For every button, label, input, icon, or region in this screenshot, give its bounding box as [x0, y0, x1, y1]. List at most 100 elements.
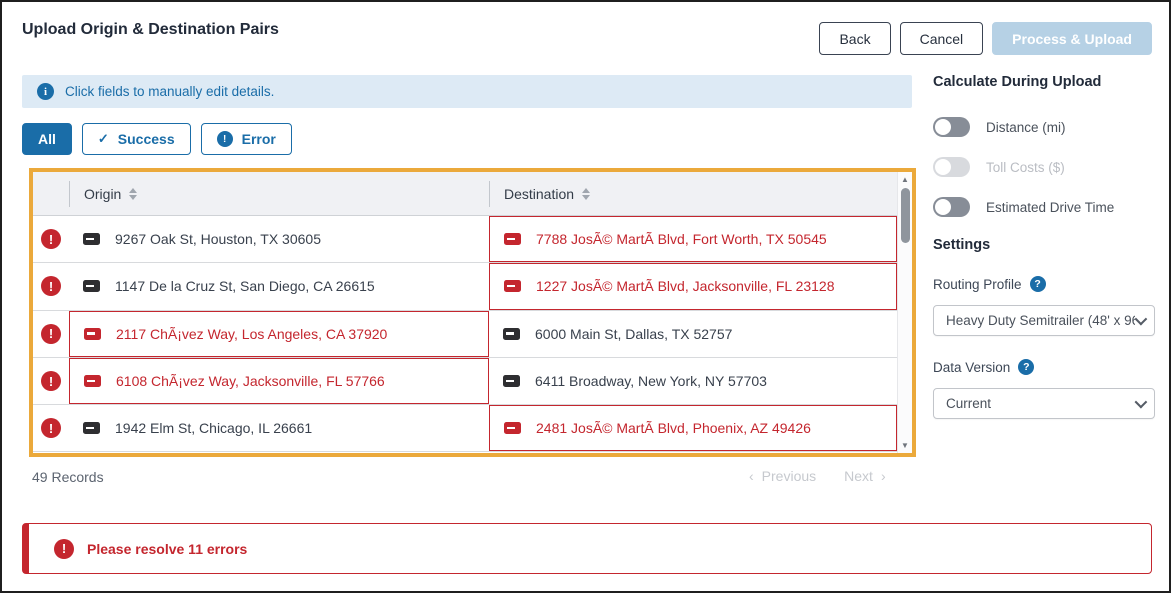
row-flag-cell: !	[33, 216, 69, 262]
help-icon[interactable]: ?	[1030, 276, 1046, 292]
destination-column-header[interactable]: Destination	[489, 181, 897, 207]
error-icon: !	[54, 539, 74, 559]
row-flag-cell: !	[33, 263, 69, 309]
address-text: 6000 Main St, Dallas, TX 52757	[535, 326, 732, 342]
edit-field-icon	[83, 280, 100, 292]
error-banner: ! Please resolve 11 errors	[22, 523, 1152, 574]
origin-header-label: Origin	[84, 186, 121, 202]
toggle-switch-icon[interactable]	[933, 157, 970, 177]
error-icon: !	[41, 371, 61, 391]
scroll-up-icon[interactable]: ▲	[898, 175, 912, 184]
address-text: 6108 ChÃ¡vez Way, Jacksonville, FL 57766	[116, 373, 385, 389]
filter-tabs: All ✓ Success ! Error	[22, 123, 292, 155]
page-title: Upload Origin & Destination Pairs	[22, 21, 279, 39]
filter-success[interactable]: ✓ Success	[82, 123, 191, 155]
back-button[interactable]: Back	[819, 22, 890, 55]
origin-cell[interactable]: 2117 ChÃ¡vez Way, Los Angeles, CA 37920	[69, 311, 489, 357]
table-row: ! 1147 De la Cruz St, San Diego, CA 26615…	[33, 263, 912, 310]
address-text: 2117 ChÃ¡vez Way, Los Angeles, CA 37920	[116, 326, 387, 342]
scroll-down-icon[interactable]: ▼	[898, 441, 912, 450]
destination-header-label: Destination	[504, 186, 574, 202]
drive-time-toggle[interactable]: Estimated Drive Time	[933, 197, 1162, 217]
scrollbar-thumb[interactable]	[901, 188, 910, 243]
info-icon: i	[37, 83, 54, 100]
address-text: 7788 JosÃ© MartÃ Blvd, Fort Worth, TX 50…	[536, 231, 827, 247]
filter-error-label: Error	[242, 131, 276, 147]
info-banner: i Click fields to manually edit details.	[22, 75, 912, 108]
toggle-switch-icon[interactable]	[933, 197, 970, 217]
toggle-list: Distance (mi) Toll Costs ($) Estimated D…	[933, 117, 1162, 217]
destination-cell[interactable]: 2481 JosÃ© MartÃ Blvd, Phoenix, AZ 49426	[489, 405, 897, 451]
distance-toggle[interactable]: Distance (mi)	[933, 117, 1162, 137]
filter-success-label: Success	[118, 131, 175, 147]
calculate-section-title: Calculate During Upload	[933, 74, 1162, 90]
destination-cell[interactable]: 1227 JosÃ© MartÃ Blvd, Jacksonville, FL …	[489, 263, 897, 309]
destination-cell[interactable]: 6411 Broadway, New York, NY 57703	[489, 358, 897, 404]
upload-pairs-dialog: Upload Origin & Destination Pairs Back C…	[0, 0, 1171, 593]
edit-field-icon	[84, 375, 101, 387]
next-page-link[interactable]: Next ›	[844, 468, 885, 484]
chevron-left-icon: ‹	[749, 468, 754, 484]
edit-field-icon	[504, 233, 521, 245]
data-version-label-row: Data Version ?	[933, 359, 1162, 375]
table-header: Origin Destination	[33, 172, 912, 216]
error-icon: !	[41, 324, 61, 344]
table-body: ! 9267 Oak St, Houston, TX 30605 7788 JosÃ…	[33, 216, 912, 452]
row-flag-cell: !	[33, 311, 69, 357]
header-actions: Back Cancel Process & Upload	[819, 22, 1152, 55]
filter-error[interactable]: ! Error	[201, 123, 292, 155]
destination-cell[interactable]: 7788 JosÃ© MartÃ Blvd, Fort Worth, TX 50…	[489, 216, 897, 262]
address-text: 1147 De la Cruz St, San Diego, CA 26615	[115, 278, 375, 294]
routing-profile-select[interactable]: Heavy Duty Semitrailer (48' x 96"	[933, 305, 1155, 336]
toggle-label: Estimated Drive Time	[986, 200, 1114, 215]
origin-cell[interactable]: 6108 ChÃ¡vez Way, Jacksonville, FL 57766	[69, 358, 489, 404]
filter-all-label: All	[38, 131, 56, 147]
edit-field-icon	[83, 422, 100, 434]
toggle-label: Distance (mi)	[986, 120, 1066, 135]
data-version-select[interactable]: Current	[933, 388, 1155, 419]
origin-cell[interactable]: 1942 Elm St, Chicago, IL 26661	[69, 405, 489, 451]
error-icon: !	[41, 418, 61, 438]
edit-field-icon	[83, 233, 100, 245]
chevron-down-icon	[1135, 313, 1148, 326]
address-text: 1942 Elm St, Chicago, IL 26661	[115, 420, 312, 436]
address-text: 6411 Broadway, New York, NY 57703	[535, 373, 767, 389]
row-flag-cell: !	[33, 358, 69, 404]
filter-all[interactable]: All	[22, 123, 72, 155]
destination-cell[interactable]: 6000 Main St, Dallas, TX 52757	[489, 311, 897, 357]
sort-icon[interactable]	[582, 188, 590, 200]
sort-icon[interactable]	[129, 188, 137, 200]
toggle-label: Toll Costs ($)	[986, 160, 1065, 175]
address-text: 9267 Oak St, Houston, TX 30605	[115, 231, 321, 247]
process-upload-button[interactable]: Process & Upload	[992, 22, 1152, 55]
toll-costs-toggle[interactable]: Toll Costs ($)	[933, 157, 1162, 177]
edit-field-icon	[503, 328, 520, 340]
table-row: ! 9267 Oak St, Houston, TX 30605 7788 JosÃ…	[33, 216, 912, 263]
cancel-button[interactable]: Cancel	[900, 22, 984, 55]
table-row: ! 2117 ChÃ¡vez Way, Los Angeles, CA 37920…	[33, 311, 912, 358]
help-icon[interactable]: ?	[1018, 359, 1034, 375]
routing-profile-value: Heavy Duty Semitrailer (48' x 96"	[946, 313, 1135, 328]
error-icon: !	[41, 276, 61, 296]
previous-page-link[interactable]: ‹ Previous	[749, 468, 816, 484]
settings-section-title: Settings	[933, 237, 1162, 253]
chevron-right-icon: ›	[881, 468, 886, 484]
routing-profile-label-row: Routing Profile ?	[933, 276, 1162, 292]
address-text: 1227 JosÃ© MartÃ Blvd, Jacksonville, FL …	[536, 278, 835, 294]
origin-cell[interactable]: 9267 Oak St, Houston, TX 30605	[69, 216, 489, 262]
address-text: 2481 JosÃ© MartÃ Blvd, Phoenix, AZ 49426	[536, 420, 811, 436]
info-banner-text: Click fields to manually edit details.	[65, 84, 274, 99]
table-row: ! 1942 Elm St, Chicago, IL 26661 2481 JosÃ…	[33, 405, 912, 452]
origin-column-header[interactable]: Origin	[69, 181, 489, 207]
check-icon: ✓	[98, 131, 109, 147]
row-flag-cell: !	[33, 405, 69, 451]
origin-cell[interactable]: 1147 De la Cruz St, San Diego, CA 26615	[69, 263, 489, 309]
edit-field-icon	[84, 328, 101, 340]
edit-field-icon	[504, 422, 521, 434]
previous-label: Previous	[762, 468, 816, 484]
edit-field-icon	[503, 375, 520, 387]
table-row: ! 6108 ChÃ¡vez Way, Jacksonville, FL 5776…	[33, 358, 912, 405]
error-filter-icon: !	[217, 131, 233, 147]
toggle-switch-icon[interactable]	[933, 117, 970, 137]
table-scrollbar[interactable]: ▲ ▼	[897, 172, 912, 453]
